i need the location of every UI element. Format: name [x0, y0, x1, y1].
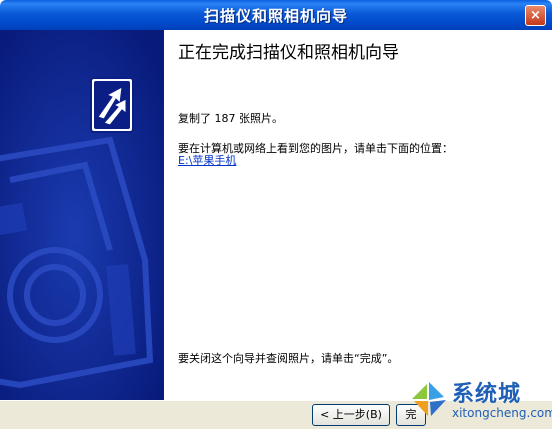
back-button[interactable]: < 上一步(B) — [312, 404, 390, 426]
wizard-side-panel — [0, 30, 164, 400]
site-watermark: 系统城 xitongcheng.com — [410, 372, 552, 429]
page-title: 正在完成扫描仪和照相机向导 — [178, 43, 399, 63]
watermark-logo-icon — [412, 382, 446, 416]
close-button[interactable]: × — [525, 5, 546, 26]
window-title: 扫描仪和照相机向导 — [203, 7, 348, 25]
finish-instruction: 要关闭这个向导并查阅照片，请单击“完成”。 — [178, 352, 399, 365]
copied-count-text: 复制了 187 张照片。 — [178, 112, 283, 125]
wizard-content: 正在完成扫描仪和照相机向导 复制了 187 张照片。 要在计算机或网络上看到您的… — [164, 30, 552, 400]
watermark-name: 系统城 — [452, 382, 522, 407]
camera-graphic — [0, 30, 164, 400]
wizard-arrows-icon — [90, 77, 134, 133]
title-bar[interactable]: 扫描仪和照相机向导 × — [0, 0, 552, 30]
picture-location-link[interactable]: E:\苹果手机 — [178, 152, 236, 168]
close-icon: × — [530, 8, 541, 23]
watermark-url: xitongcheng.com — [452, 406, 552, 420]
